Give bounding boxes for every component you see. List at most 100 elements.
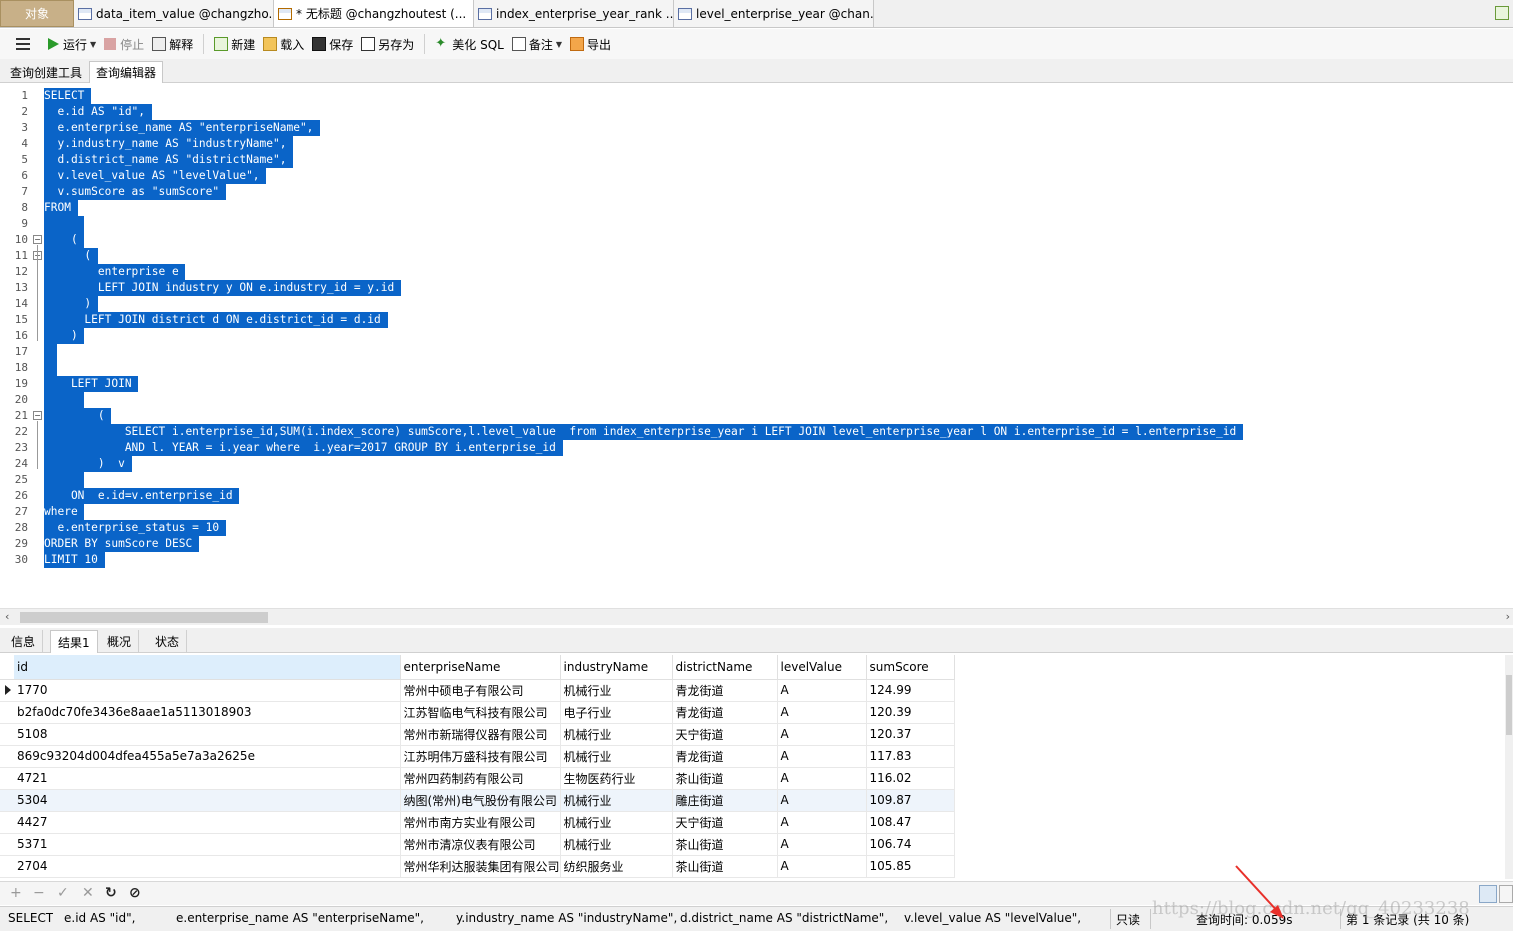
grid-vertical-scrollbar[interactable] bbox=[1505, 655, 1513, 879]
table-cell[interactable]: 机械行业 bbox=[560, 811, 673, 834]
sql-line[interactable]: e.id AS "id", bbox=[44, 104, 152, 120]
table-cell[interactable]: 纺织服务业 bbox=[560, 855, 673, 878]
table-row[interactable]: 869c93204d004dfea455a5e7a3a2625e 江苏明伟万盛科技… bbox=[0, 745, 955, 768]
sql-line[interactable]: d.district_name AS "districtName", bbox=[44, 152, 294, 168]
sql-line[interactable]: LIMIT 10 bbox=[44, 552, 105, 568]
table-row[interactable]: 5371 常州市清凉仪表有限公司 机械行业 茶山街道 A 106.74 bbox=[0, 833, 955, 856]
table-cell[interactable]: 机械行业 bbox=[560, 833, 673, 856]
add-record-icon[interactable]: + bbox=[10, 885, 22, 901]
table-cell[interactable]: 124.99 bbox=[866, 679, 955, 702]
sql-editor[interactable]: 12345678910−11−12131415161718192021−2223… bbox=[0, 84, 1513, 608]
tab-level-enterprise-year[interactable]: level_enterprise_year @chan... bbox=[674, 0, 874, 27]
column-header[interactable]: industryName bbox=[560, 655, 673, 680]
table-cell[interactable]: 青龙街道 bbox=[672, 745, 778, 768]
chevron-down-icon[interactable]: ▼ bbox=[556, 40, 562, 49]
table-row[interactable]: 1770 常州中硕电子有限公司 机械行业 青龙街道 A 124.99 bbox=[0, 679, 955, 702]
table-cell[interactable]: 茶山街道 bbox=[672, 855, 778, 878]
chevron-down-icon[interactable]: ▼ bbox=[90, 40, 96, 49]
tab-status[interactable]: 状态 bbox=[148, 630, 188, 653]
sql-line[interactable]: e.enterprise_name AS "enterpriseName", bbox=[44, 120, 321, 136]
column-header[interactable]: districtName bbox=[672, 655, 778, 680]
table-cell[interactable]: 4427 bbox=[14, 811, 401, 834]
table-cell[interactable]: 电子行业 bbox=[560, 701, 673, 724]
sql-line[interactable]: FROM bbox=[44, 200, 78, 216]
scrollbar-thumb[interactable] bbox=[20, 612, 268, 623]
sql-line[interactable]: AND l. YEAR = i.year where i.year=2017 G… bbox=[44, 440, 563, 456]
table-cell[interactable]: A bbox=[777, 767, 867, 790]
table-cell[interactable]: 108.47 bbox=[866, 811, 955, 834]
save-as-button[interactable]: 另存为 bbox=[357, 32, 418, 56]
table-row[interactable]: 5108 常州市新瑞得仪器有限公司 机械行业 天宁街道 A 120.37 bbox=[0, 723, 955, 746]
table-cell[interactable]: 106.74 bbox=[866, 833, 955, 856]
sql-line[interactable]: e.enterprise_status = 10 bbox=[44, 520, 226, 536]
table-cell[interactable]: 雕庄街道 bbox=[672, 789, 778, 812]
tab-data-item-value[interactable]: data_item_value @changzho... bbox=[74, 0, 274, 27]
run-button[interactable]: 运行 ▼ bbox=[44, 32, 100, 56]
apply-changes-icon[interactable]: ✓ bbox=[57, 885, 69, 901]
table-cell[interactable]: 青龙街道 bbox=[672, 701, 778, 724]
table-cell[interactable]: b2fa0dc70fe3436e8aae1a5113018903 bbox=[14, 701, 401, 724]
sql-line[interactable] bbox=[44, 472, 85, 488]
table-cell[interactable]: 天宁街道 bbox=[672, 723, 778, 746]
sql-line[interactable]: LEFT JOIN district d ON e.district_id = … bbox=[44, 312, 388, 328]
tab-index-enterprise-year-rank[interactable]: index_enterprise_year_rank ... bbox=[474, 0, 674, 27]
stop-query-icon[interactable]: ⊘ bbox=[129, 885, 141, 901]
tab-profile[interactable]: 概况 bbox=[100, 630, 140, 653]
table-row[interactable]: 5304 纳图(常州)电气股份有限公司 机械行业 雕庄街道 A 109.87 bbox=[0, 789, 955, 812]
table-cell[interactable]: 109.87 bbox=[866, 789, 955, 812]
column-header[interactable]: enterpriseName bbox=[400, 655, 561, 680]
new-button[interactable]: 新建 bbox=[210, 32, 259, 56]
delete-record-icon[interactable]: − bbox=[33, 885, 45, 901]
sql-line[interactable]: ) bbox=[44, 328, 85, 344]
table-cell[interactable]: A bbox=[777, 833, 867, 856]
beautify-sql-button[interactable]: ✦ 美化 SQL bbox=[431, 32, 508, 56]
table-cell[interactable]: 生物医药行业 bbox=[560, 767, 673, 790]
fold-toggle-icon[interactable]: − bbox=[33, 235, 42, 244]
sql-line[interactable]: ( bbox=[44, 408, 112, 424]
table-cell[interactable]: 117.83 bbox=[866, 745, 955, 768]
column-header[interactable]: levelValue bbox=[777, 655, 867, 680]
table-cell[interactable]: 105.85 bbox=[866, 855, 955, 878]
scroll-left-icon[interactable]: ‹ bbox=[5, 610, 9, 623]
table-cell[interactable]: A bbox=[777, 701, 867, 724]
load-button[interactable]: 载入 bbox=[259, 32, 308, 56]
sql-line[interactable]: SELECT i.enterprise_id,SUM(i.index_score… bbox=[44, 424, 1243, 440]
form-view-icon[interactable] bbox=[1499, 885, 1513, 903]
sql-line[interactable]: ) v bbox=[44, 456, 132, 472]
table-cell[interactable]: 120.37 bbox=[866, 723, 955, 746]
table-cell[interactable]: 江苏智临电气科技有限公司 bbox=[400, 701, 561, 724]
table-cell[interactable]: A bbox=[777, 745, 867, 768]
table-cell[interactable]: 机械行业 bbox=[560, 789, 673, 812]
table-cell[interactable]: 纳图(常州)电气股份有限公司 bbox=[400, 789, 561, 812]
table-cell[interactable]: A bbox=[777, 723, 867, 746]
sql-line[interactable]: ORDER BY sumScore DESC bbox=[44, 536, 199, 552]
editor-horizontal-scrollbar[interactable]: ‹ › bbox=[0, 608, 1513, 625]
table-cell[interactable]: 茶山街道 bbox=[672, 767, 778, 790]
refresh-icon[interactable]: ↻ bbox=[105, 885, 117, 901]
scroll-right-icon[interactable]: › bbox=[1506, 610, 1510, 623]
sql-line[interactable]: ON e.id=v.enterprise_id bbox=[44, 488, 240, 504]
table-cell[interactable]: 常州华利达服装集团有限公司 bbox=[400, 855, 561, 878]
tab-query-builder[interactable]: 查询创建工具 bbox=[4, 61, 88, 83]
tab-untitled-query[interactable]: * 无标题 @changzhoutest (... bbox=[274, 0, 474, 27]
table-cell[interactable]: 常州四药制药有限公司 bbox=[400, 767, 561, 790]
table-cell[interactable]: 5304 bbox=[14, 789, 401, 812]
table-cell[interactable]: 常州市南方实业有限公司 bbox=[400, 811, 561, 834]
table-cell[interactable]: 机械行业 bbox=[560, 745, 673, 768]
table-row[interactable]: 4427 常州市南方实业有限公司 机械行业 天宁街道 A 108.47 bbox=[0, 811, 955, 834]
table-row[interactable]: 4721 常州四药制药有限公司 生物医药行业 茶山街道 A 116.02 bbox=[0, 767, 955, 790]
sql-line[interactable]: SELECT bbox=[44, 88, 92, 104]
table-cell[interactable]: 1770 bbox=[14, 679, 401, 702]
table-row[interactable]: b2fa0dc70fe3436e8aae1a5113018903 江苏智临电气科技… bbox=[0, 701, 955, 724]
table-cell[interactable]: 天宁街道 bbox=[672, 811, 778, 834]
sql-line[interactable]: enterprise e bbox=[44, 264, 186, 280]
sql-line[interactable]: ( bbox=[44, 232, 85, 248]
table-cell[interactable]: A bbox=[777, 811, 867, 834]
sql-line[interactable]: where bbox=[44, 504, 85, 520]
table-cell[interactable]: 869c93204d004dfea455a5e7a3a2625e bbox=[14, 745, 401, 768]
table-cell[interactable]: 2704 bbox=[14, 855, 401, 878]
save-button[interactable]: 保存 bbox=[308, 32, 357, 56]
export-button[interactable]: 导出 bbox=[566, 32, 615, 56]
table-row[interactable]: 2704 常州华利达服装集团有限公司 纺织服务业 茶山街道 A 105.85 bbox=[0, 855, 955, 878]
column-header[interactable]: sumScore bbox=[866, 655, 955, 680]
